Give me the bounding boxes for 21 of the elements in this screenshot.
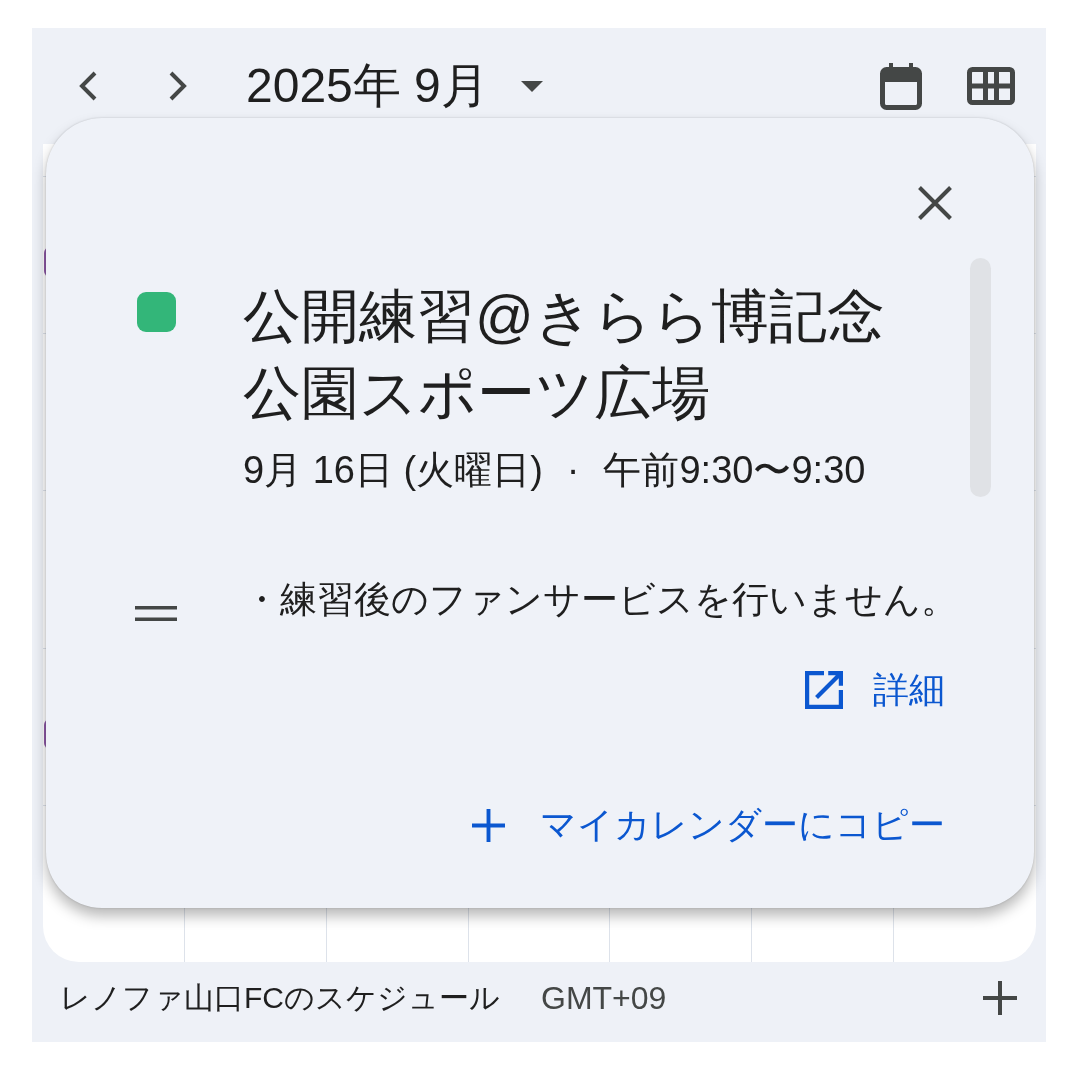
event-date: 9月 16日 (火曜日) — [243, 448, 543, 492]
copy-to-calendar-button[interactable]: マイカレンダーにコピー — [472, 801, 945, 849]
month-dropdown[interactable]: 2025年 9月 — [246, 54, 543, 118]
event-time: 午前9:30〜9:30 — [603, 448, 866, 492]
external-link-icon — [805, 671, 843, 709]
chevron-right-icon — [168, 71, 188, 101]
separator-dot: · — [566, 448, 580, 492]
chevron-left-icon — [78, 71, 98, 101]
event-description: ・練習後のファンサービスを行いません。 — [243, 578, 945, 622]
timezone-label: GMT+09 — [541, 979, 667, 1017]
plus-icon — [472, 808, 505, 842]
grid-icon — [967, 67, 1015, 105]
event-title: 公開練習@きらら博記念公園スポーツ広場 — [243, 282, 886, 427]
details-link[interactable]: 詳細 — [805, 666, 945, 714]
today-button[interactable] — [877, 62, 925, 110]
lines-icon — [135, 606, 177, 621]
plus-icon — [983, 981, 1017, 1015]
calendar-name: レノファ山口FCのスケジュール — [60, 979, 500, 1016]
calendar-icon — [880, 62, 922, 110]
close-icon — [918, 186, 952, 220]
caret-icon — [520, 80, 543, 92]
